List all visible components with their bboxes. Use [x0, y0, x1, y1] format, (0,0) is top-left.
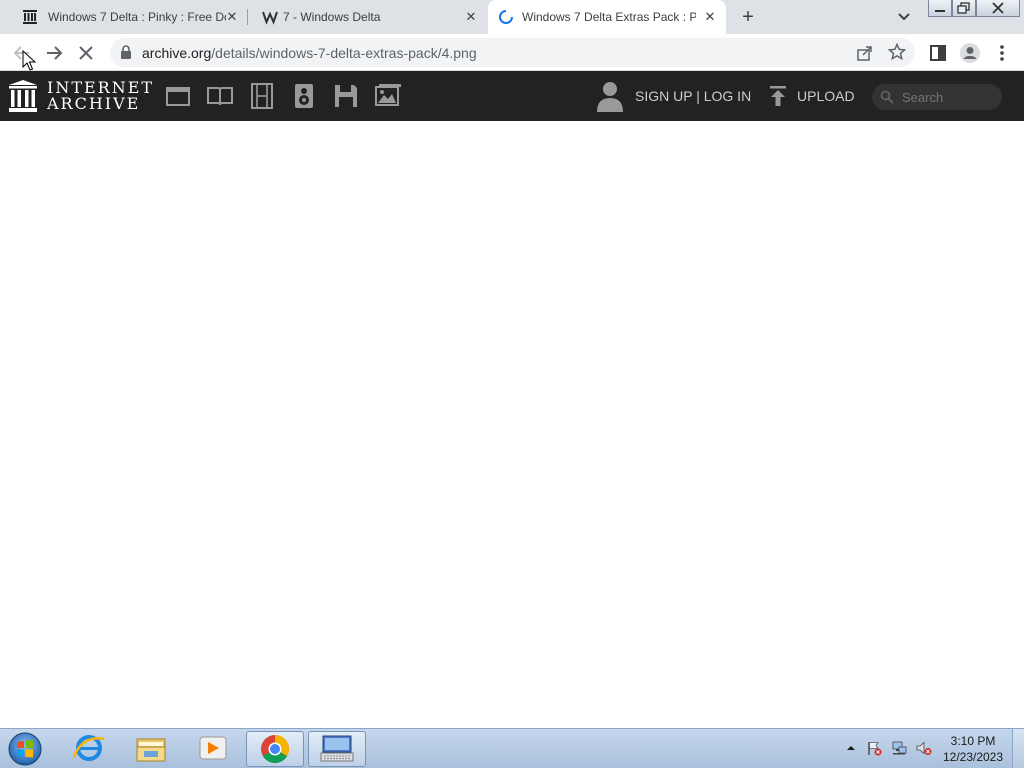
keyboard-app-icon	[320, 735, 354, 762]
wiki-w-icon	[262, 11, 278, 25]
restore-button[interactable]	[952, 0, 976, 17]
clock-date: 12/23/2023	[942, 750, 1004, 764]
start-orb-icon[interactable]	[6, 731, 44, 767]
media-player-icon	[199, 736, 227, 760]
user-icon[interactable]	[596, 80, 624, 112]
address-bar[interactable]: archive.org/details/windows-7-delta-extr…	[110, 38, 915, 67]
url-path: /details/windows-7-delta-extras-pack/4.p…	[211, 45, 477, 61]
clock-time: 3:10 PM	[950, 734, 996, 748]
audio-icon[interactable]	[291, 83, 317, 109]
tab-search-chevron-icon[interactable]	[894, 9, 914, 25]
action-center-flag-icon[interactable]	[866, 740, 882, 756]
tab-windows7-delta-pinky[interactable]: Windows 7 Delta : Pinky : Free Do ✕	[8, 0, 244, 34]
internet-archive-logo-icon[interactable]	[8, 79, 38, 113]
loading-spinner-icon	[499, 10, 513, 24]
system-clock[interactable]: 3:10 PM 12/23/2023	[938, 733, 1008, 765]
video-icon[interactable]	[249, 83, 275, 109]
close-window-button[interactable]	[976, 0, 1020, 17]
network-icon[interactable]	[891, 740, 907, 756]
windows-taskbar: 3:10 PM 12/23/2023	[0, 728, 1024, 768]
tab-title: Windows 7 Delta : Pinky : Free Do	[48, 10, 226, 24]
minimize-button[interactable]	[928, 0, 952, 17]
page-content	[0, 121, 1024, 728]
web-icon[interactable]	[165, 83, 191, 109]
images-icon[interactable]	[375, 83, 401, 109]
internet-archive-icon	[23, 10, 37, 24]
tab-close-button[interactable]: ✕	[224, 9, 240, 25]
close-icon	[992, 2, 1004, 14]
taskbar-media-player[interactable]	[184, 731, 242, 767]
tab-windows7-delta-extras[interactable]: Windows 7 Delta Extras Pack : Pi ✕	[488, 0, 726, 34]
side-panel-icon[interactable]	[926, 41, 950, 65]
bookmark-star-icon[interactable]	[888, 43, 906, 61]
search-icon[interactable]	[880, 90, 894, 104]
windows-explorer-icon	[136, 738, 166, 762]
minimize-icon	[935, 10, 945, 12]
browser-toolbar: archive.org/details/windows-7-delta-extr…	[0, 34, 1024, 71]
upload-icon[interactable]	[768, 85, 788, 107]
profile-avatar-icon[interactable]	[958, 41, 982, 65]
show-desktop-button[interactable]	[1012, 729, 1024, 768]
restore-icon	[957, 2, 970, 14]
sign-up-log-in-link[interactable]: SIGN UP | LOG IN	[635, 88, 751, 104]
tab-strip: Windows 7 Delta : Pinky : Free Do ✕ 7 - …	[0, 0, 1024, 34]
mouse-cursor-icon	[22, 50, 36, 71]
internet-archive-wordmark[interactable]: INTERNET ARCHIVE	[47, 80, 154, 112]
volume-muted-icon[interactable]	[916, 740, 932, 756]
forward-arrow-icon[interactable]	[42, 41, 66, 65]
taskbar-internet-explorer[interactable]	[60, 731, 118, 767]
taskbar-keyboard-app[interactable]	[308, 731, 366, 767]
url-text: archive.org/details/windows-7-delta-extr…	[142, 45, 477, 61]
internet-explorer-icon	[72, 735, 105, 761]
tab-close-button[interactable]: ✕	[463, 9, 479, 25]
wordmark-line2: ARCHIVE	[47, 94, 141, 113]
upload-link[interactable]: UPLOAD	[797, 88, 855, 104]
share-icon[interactable]	[856, 44, 874, 62]
internet-archive-nav: INTERNET ARCHIVE SIGN UP | LOG IN UPLOAD…	[0, 71, 1024, 121]
show-hidden-icons-arrow-icon[interactable]	[846, 743, 856, 753]
chrome-icon	[261, 735, 289, 763]
taskbar-windows-explorer[interactable]	[122, 731, 180, 767]
tab-windows-delta[interactable]: 7 - Windows Delta ✕	[248, 0, 486, 34]
tab-title: Windows 7 Delta Extras Pack : Pi	[522, 10, 696, 24]
more-menu-icon[interactable]	[990, 41, 1014, 65]
lock-icon[interactable]	[120, 45, 132, 59]
stop-loading-icon[interactable]	[74, 41, 98, 65]
software-icon[interactable]	[333, 83, 359, 109]
tab-close-button[interactable]: ✕	[702, 9, 718, 25]
taskbar-chrome[interactable]	[246, 731, 304, 767]
new-tab-button[interactable]: +	[736, 5, 760, 29]
url-host: archive.org	[142, 45, 212, 61]
texts-icon[interactable]	[207, 83, 233, 109]
tab-title: 7 - Windows Delta	[283, 10, 381, 24]
